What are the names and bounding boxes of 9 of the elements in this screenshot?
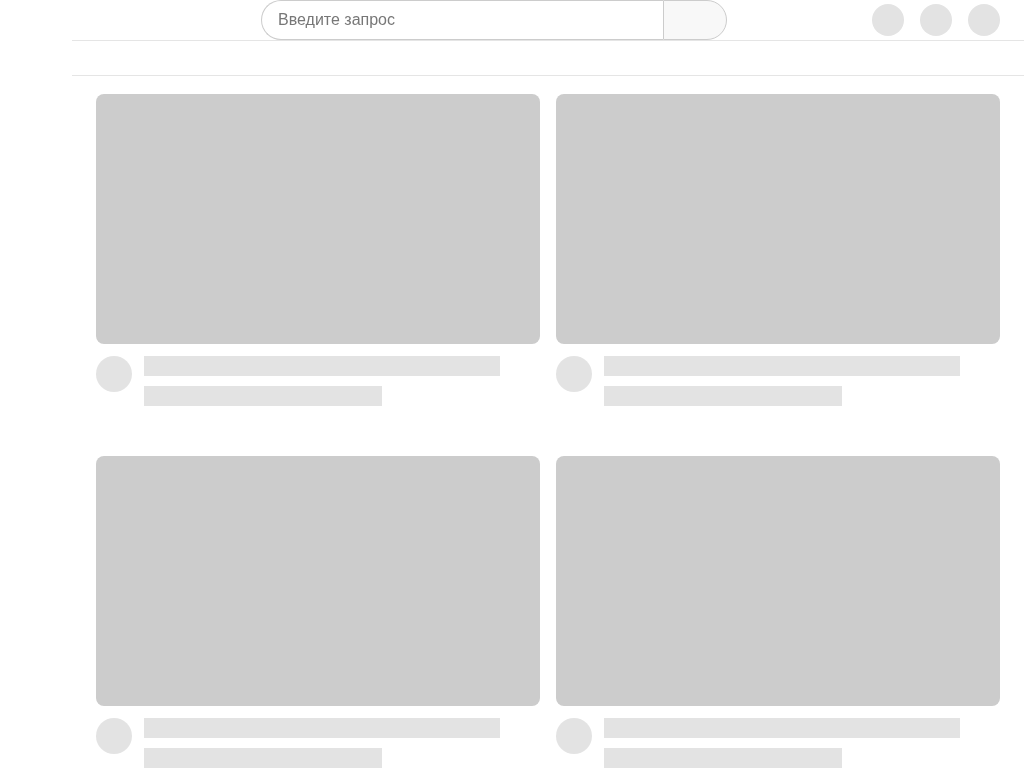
header-button-placeholder[interactable]	[872, 4, 904, 36]
search-field[interactable]: Введите запрос	[261, 0, 663, 40]
avatar-placeholder	[96, 356, 132, 392]
header-button-placeholder[interactable]	[920, 4, 952, 36]
search-button[interactable]	[663, 0, 727, 40]
avatar-placeholder	[556, 356, 592, 392]
header-button-placeholder[interactable]	[968, 4, 1000, 36]
avatar-placeholder	[96, 718, 132, 754]
avatar-placeholder	[556, 718, 592, 754]
